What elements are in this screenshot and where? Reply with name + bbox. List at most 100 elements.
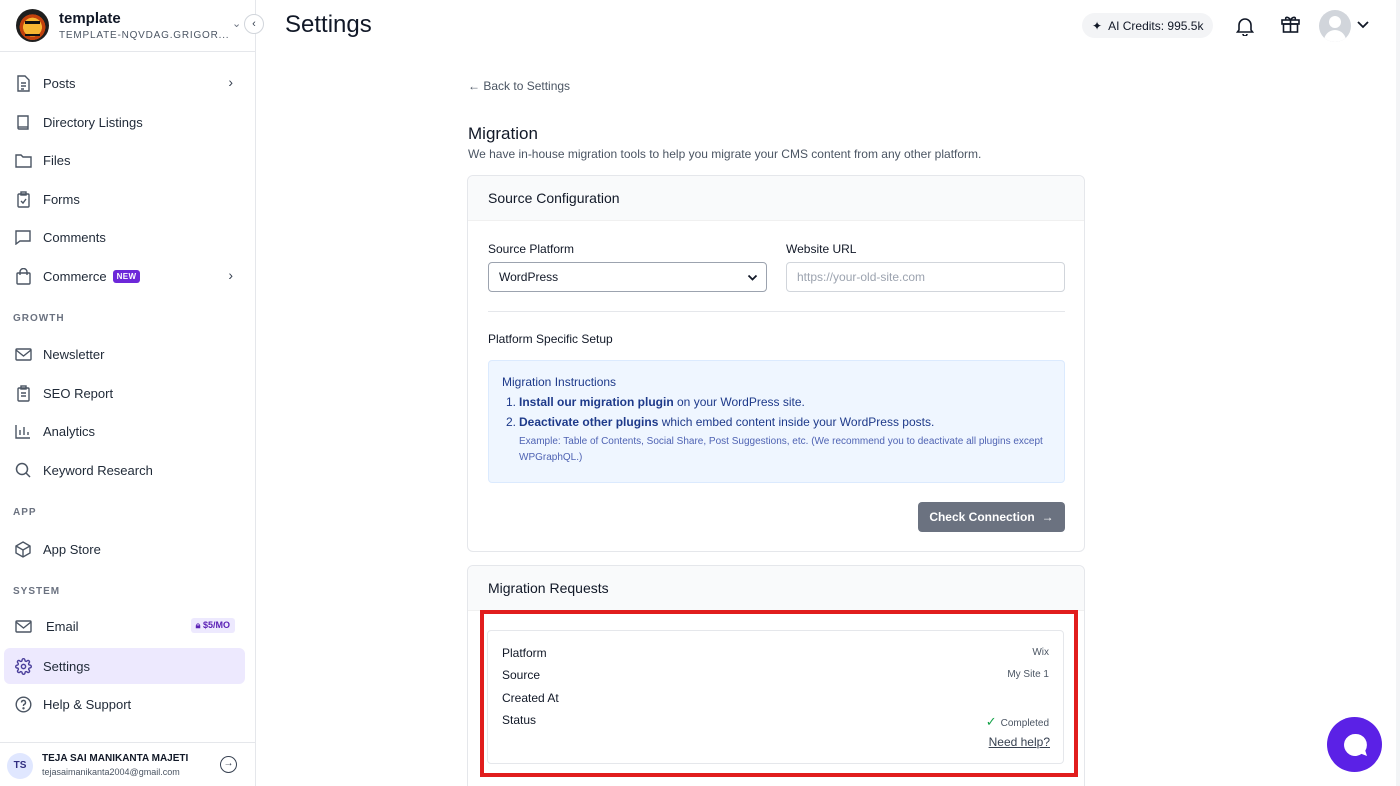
sidebar-item-keyword-research[interactable]: Keyword Research [4, 452, 245, 488]
source-configuration-card: Source Configuration Source Platform Wor… [467, 175, 1085, 552]
user-email: tejasaimanikanta2004@gmail.com [42, 767, 180, 777]
sidebar-item-label: Forms [43, 191, 80, 207]
arrow-left-icon: ← [468, 79, 480, 93]
sidebar-item-help-support[interactable]: Help & Support [4, 686, 245, 722]
workspace-name: template [59, 9, 121, 27]
check-connection-button[interactable]: Check Connection → [918, 502, 1065, 532]
back-to-settings-link[interactable]: ← Back to Settings [468, 79, 570, 93]
sidebar-item-label: Keyword Research [43, 462, 153, 478]
card-heading: Migration Requests [468, 566, 1084, 611]
website-url-label: Website URL [786, 242, 857, 256]
arrow-right-icon: → [1041, 510, 1054, 524]
sidebar-item-label: Directory Listings [43, 114, 143, 130]
section-label-app: APP [13, 507, 37, 518]
sidebar-item-newsletter[interactable]: Newsletter [4, 336, 245, 372]
sidebar-item-label: Commerce [43, 268, 107, 284]
user-profile: TS TEJA SAI MANIKANTA MAJETI tejasaimani… [0, 742, 255, 786]
sidebar-item-forms[interactable]: Forms [4, 181, 245, 217]
check-connection-label: Check Connection [929, 510, 1035, 524]
chat-widget-button[interactable] [1327, 717, 1382, 772]
sidebar-item-label: Newsletter [43, 346, 105, 362]
document-icon [14, 74, 32, 92]
migration-title: Migration [468, 124, 538, 143]
sidebar-item-label: Comments [43, 229, 106, 245]
highlight-box [480, 610, 1078, 777]
workspace-logo [16, 8, 49, 42]
collapse-sidebar-button[interactable]: ‹ [244, 14, 264, 34]
sidebar-item-email[interactable]: Email 🔒︎ $5/MO [4, 608, 245, 644]
page-title: Settings [285, 11, 372, 38]
sidebar-item-label: Posts [43, 75, 76, 91]
workspace-slug: TEMPLATE-NQVDAG.GRIGOR... [59, 29, 230, 41]
instruction-step: 2. Deactivate other plugins which embed c… [506, 415, 935, 429]
book-icon [14, 113, 32, 131]
website-url-input[interactable]: https://your-old-site.com [786, 262, 1065, 292]
mail-icon [14, 617, 32, 635]
migration-instructions: Migration Instructions 1. Install our mig… [488, 360, 1065, 483]
price-badge-label: $5/MO [202, 620, 230, 630]
sidebar-item-posts[interactable]: Posts › [4, 65, 245, 101]
sidebar-item-seo-report[interactable]: SEO Report [4, 375, 245, 411]
gear-icon [14, 657, 32, 675]
chevron-right-icon: › [228, 74, 233, 90]
lock-icon: 🔒︎ [195, 620, 201, 630]
chat-bubble-icon [1343, 733, 1367, 756]
divider [488, 311, 1065, 312]
sidebar-item-settings[interactable]: Settings [4, 648, 245, 684]
instruction-example: Example: Table of Contents, Social Share… [519, 436, 1043, 463]
sidebar-item-label: SEO Report [43, 385, 114, 401]
scrollbar[interactable] [1396, 0, 1400, 786]
sidebar-item-app-store[interactable]: App Store [4, 531, 245, 567]
section-label-system: SYSTEM [13, 586, 61, 597]
section-label-growth: GROWTH [13, 313, 65, 324]
chevron-down-icon: ⌄ [232, 18, 242, 30]
deactivate-plugins-text: Deactivate other plugins [519, 415, 659, 429]
source-platform-select[interactable]: WordPress [488, 262, 767, 292]
sidebar-item-label: Settings [43, 658, 90, 674]
comment-icon [14, 228, 32, 246]
sidebar-item-files[interactable]: Files [4, 142, 245, 178]
magic-wand-icon: ✦ [1092, 18, 1103, 33]
bell-icon[interactable] [1235, 16, 1255, 41]
instructions-title: Migration Instructions [502, 375, 617, 389]
source-platform-value: WordPress [499, 270, 559, 284]
instruction-step: 1. Install our migration plugin on your W… [506, 395, 805, 409]
back-link-label: Back to Settings [483, 79, 571, 93]
avatar: TS [7, 753, 33, 779]
search-icon [14, 461, 32, 479]
bar-chart-icon [14, 422, 32, 440]
chevron-down-icon[interactable] [1356, 17, 1370, 35]
migration-subtitle: We have in-house migration tools to help… [468, 147, 982, 161]
help-circle-icon [14, 695, 32, 713]
new-badge: NEW [112, 269, 141, 283]
mail-icon [14, 345, 32, 363]
clipboard-check-icon [14, 190, 32, 208]
report-icon [14, 384, 32, 402]
install-plugin-link[interactable]: Install our migration plugin [519, 395, 674, 409]
divider [0, 51, 255, 52]
sidebar-item-analytics[interactable]: Analytics [4, 413, 245, 449]
logout-icon[interactable]: → [220, 756, 237, 773]
sidebar-item-commerce[interactable]: Commerce NEW › [4, 258, 245, 294]
source-platform-label: Source Platform [488, 242, 575, 256]
price-badge: 🔒︎ $5/MO [190, 618, 235, 633]
shopping-bag-icon [14, 267, 32, 285]
sidebar-item-label: App Store [43, 541, 101, 557]
workspace-switcher[interactable]: template TEMPLATE-NQVDAG.GRIGOR... ⌄ [16, 8, 244, 42]
cube-icon [14, 540, 32, 558]
card-heading: Source Configuration [468, 176, 1084, 221]
sidebar-item-label: Help & Support [43, 696, 132, 712]
sidebar-item-label: Email [46, 618, 79, 634]
user-name: TEJA SAI MANIKANTA MAJETI [42, 753, 189, 764]
chevron-down-icon [747, 271, 758, 285]
gift-icon[interactable] [1280, 13, 1301, 39]
ai-credits-badge[interactable]: ✦ AI Credits: 995.5k [1082, 13, 1214, 38]
sidebar-item-directory-listings[interactable]: Directory Listings [4, 104, 245, 140]
sidebar-item-label: Analytics [43, 423, 96, 439]
ai-credits-label: AI Credits: 995.5k [1108, 18, 1204, 33]
profile-avatar[interactable] [1319, 10, 1351, 42]
sidebar-item-comments[interactable]: Comments [4, 219, 245, 255]
platform-setup-label: Platform Specific Setup [488, 332, 613, 346]
sidebar: template TEMPLATE-NQVDAG.GRIGOR... ⌄ ‹ P… [0, 0, 264, 786]
chevron-right-icon: › [228, 267, 233, 283]
